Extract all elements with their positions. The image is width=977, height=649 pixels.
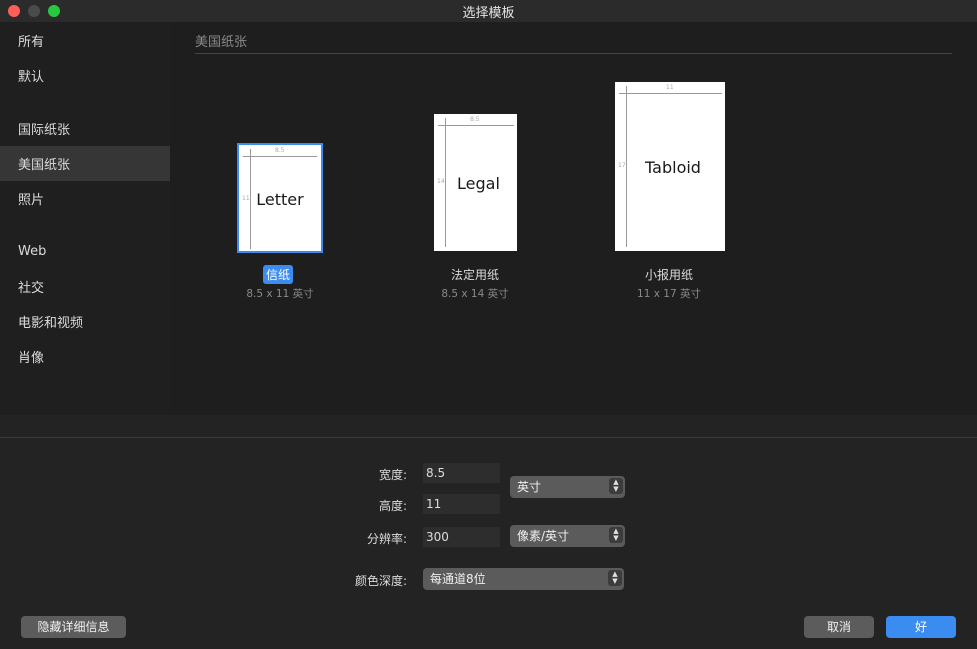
width-dimension-line	[243, 156, 317, 157]
width-label: 宽度:	[378, 468, 407, 482]
unit-select[interactable]: 英寸 ▲ ▼	[510, 476, 625, 498]
hide-details-button[interactable]: 隐藏详细信息	[21, 616, 126, 638]
sidebar-item-film-video[interactable]: 电影和视频	[0, 304, 170, 339]
width-input[interactable]: 8.5	[423, 463, 500, 483]
paper-card-letter[interactable]: 8.5 11 Letter	[237, 143, 323, 253]
paper-preview-legal[interactable]: 8.5 14 Legal	[434, 114, 517, 251]
section-title: 美国纸张	[195, 35, 248, 50]
color-depth-select[interactable]: 每通道8位 ▲ ▼	[423, 568, 624, 590]
sidebar-item-social[interactable]: 社交	[0, 269, 170, 304]
paper-name-legal[interactable]: 法定用纸	[425, 266, 525, 283]
resolution-unit-select[interactable]: 像素/英寸 ▲ ▼	[510, 525, 625, 547]
paper-size-legal: 8.5 x 14 英寸	[441, 288, 509, 300]
maximize-window-button[interactable]	[48, 5, 60, 17]
unit-select-value: 英寸	[517, 480, 542, 494]
height-input[interactable]: 11	[423, 494, 500, 514]
select-stepper-icon: ▲ ▼	[609, 478, 623, 494]
resolution-input[interactable]: 300	[423, 527, 500, 547]
width-dimension-line	[438, 125, 514, 126]
select-stepper-icon: ▲ ▼	[609, 527, 623, 543]
resolution-label: 分辨率:	[366, 532, 407, 546]
cancel-button[interactable]: 取消	[804, 616, 874, 638]
section-divider	[195, 53, 952, 54]
width-dimension-label: 8.5	[470, 116, 480, 123]
sidebar-item-us-paper[interactable]: 美国纸张	[0, 146, 170, 181]
sidebar-item-portrait[interactable]: 肖像	[0, 339, 170, 374]
paper-name-tabloid[interactable]: 小报用纸	[619, 266, 719, 283]
sidebar-item-all[interactable]: 所有	[0, 23, 170, 58]
bottom-divider	[0, 437, 977, 438]
sidebar-item-photo[interactable]: 照片	[0, 181, 170, 216]
paper-card-tabloid[interactable]: 11 17 Tabloid	[615, 82, 725, 251]
minimize-window-button[interactable]	[28, 5, 40, 17]
template-panel: 美国纸张 8.5 11 Letter 信纸 8.5 x 11 英寸 8.5 14…	[170, 22, 977, 415]
width-dimension-label: 8.5	[275, 147, 285, 154]
paper-preview-label: Legal	[457, 174, 500, 193]
color-depth-label: 颜色深度:	[354, 574, 407, 588]
paper-card-legal[interactable]: 8.5 14 Legal	[434, 114, 517, 251]
title-bar: 选择模板	[0, 0, 977, 22]
window-title: 选择模板	[462, 5, 515, 21]
select-stepper-icon: ▲ ▼	[608, 570, 622, 586]
sidebar-item-international-paper[interactable]: 国际纸张	[0, 111, 170, 146]
paper-preview-label: Letter	[256, 190, 304, 209]
paper-preview-label: Tabloid	[645, 158, 701, 177]
color-depth-select-value: 每通道8位	[430, 572, 486, 586]
height-label: 高度:	[378, 499, 407, 513]
sidebar-item-default[interactable]: 默认	[0, 58, 170, 93]
ok-button[interactable]: 好	[886, 616, 956, 638]
width-dimension-line	[619, 93, 722, 94]
paper-preview-tabloid[interactable]: 11 17 Tabloid	[615, 82, 725, 251]
close-window-button[interactable]	[8, 5, 20, 17]
paper-size-tabloid: 11 x 17 英寸	[637, 288, 701, 300]
paper-name-letter[interactable]: 信纸	[263, 265, 294, 284]
sidebar: 所有 默认 国际纸张 美国纸张 照片 Web 社交 电影和视频 肖像	[0, 22, 170, 415]
width-dimension-label: 11	[666, 84, 674, 91]
paper-size-letter: 8.5 x 11 英寸	[246, 288, 314, 300]
resolution-unit-select-value: 像素/英寸	[517, 529, 570, 543]
window-controls	[8, 5, 60, 17]
paper-preview-letter[interactable]: 8.5 11 Letter	[237, 143, 323, 253]
sidebar-item-web[interactable]: Web	[0, 234, 170, 269]
